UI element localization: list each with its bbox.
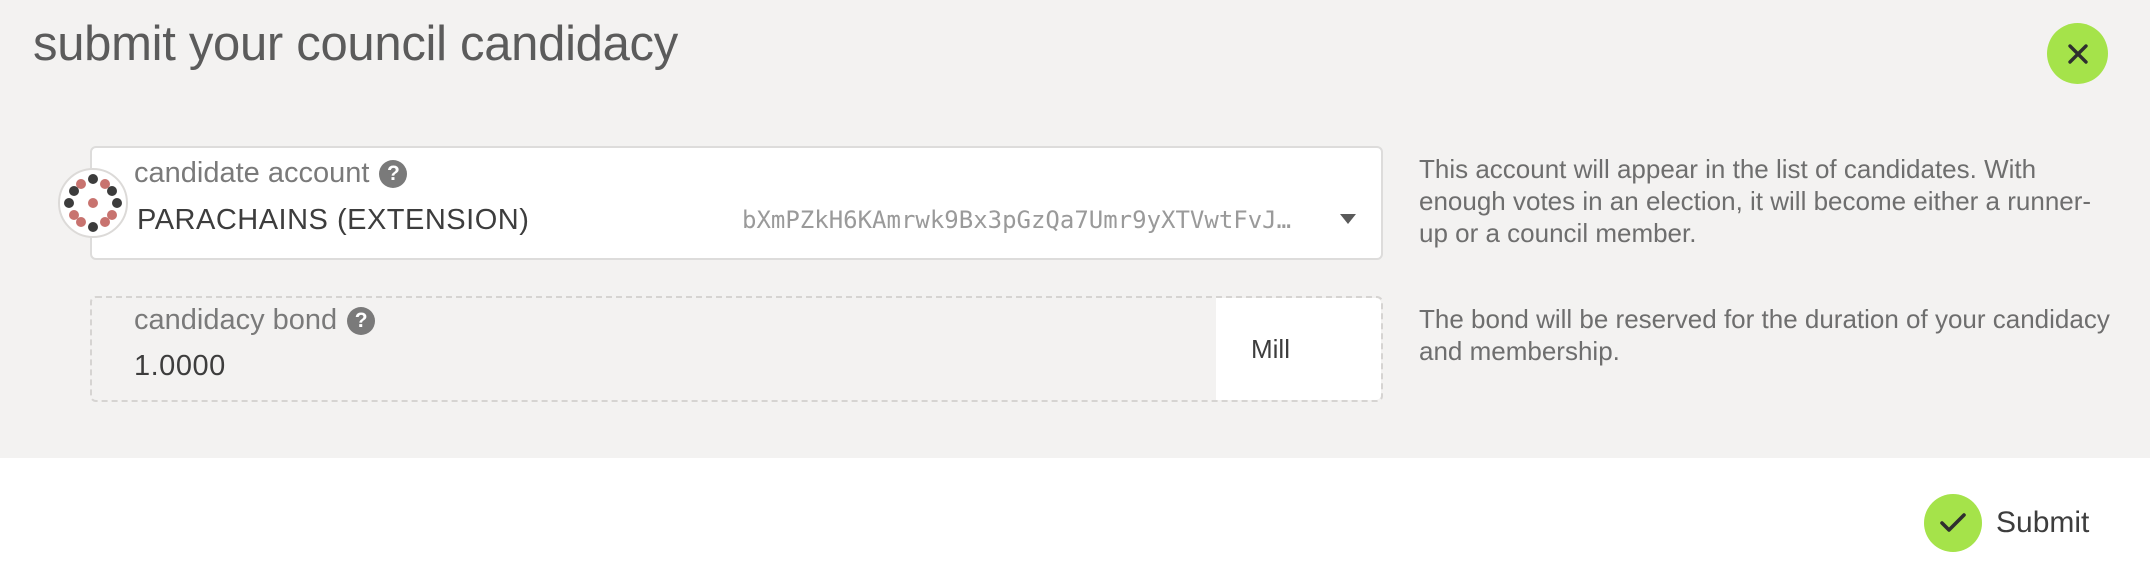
account-identicon[interactable] <box>58 168 128 238</box>
close-icon <box>2067 43 2088 64</box>
account-name: PARACHAINS (EXTENSION) <box>137 204 530 236</box>
modal-title: submit your council candidacy <box>33 17 678 71</box>
modal-body: submit your council candidacy candidate … <box>0 0 2150 458</box>
account-address: bXmPZkH6KAmrwk9Bx3pGzQa7Umr9yXTVwtFvJ… <box>742 206 1292 234</box>
check-icon <box>1940 513 1966 532</box>
candidate-account-help-text: This account will appear in the list of … <box>1419 154 2092 248</box>
bond-value: 1.0000 <box>134 350 226 382</box>
candidacy-bond-field: candidacy bond ? 1.0000 Mill <box>90 296 1383 402</box>
chevron-down-icon[interactable] <box>1340 214 1356 224</box>
candidacy-bond-help-text: The bond will be reserved for the durati… <box>1419 304 2110 366</box>
candidate-account-label: candidate account <box>134 157 370 189</box>
help-icon[interactable]: ? <box>347 306 376 335</box>
candidate-account-select[interactable]: candidate account ? PARACHAINS (EXTENSIO… <box>90 146 1383 260</box>
submit-button[interactable]: Submit <box>1924 494 2089 552</box>
bond-unit-label: Mill <box>1251 333 1290 364</box>
close-button[interactable] <box>2047 23 2108 84</box>
identicon-icon <box>64 174 122 232</box>
candidacy-bond-label: candidacy bond <box>134 304 338 336</box>
help-icon[interactable]: ? <box>379 159 408 188</box>
submit-label: Submit <box>1996 506 2090 539</box>
bond-unit-select[interactable]: Mill <box>1216 298 1381 400</box>
